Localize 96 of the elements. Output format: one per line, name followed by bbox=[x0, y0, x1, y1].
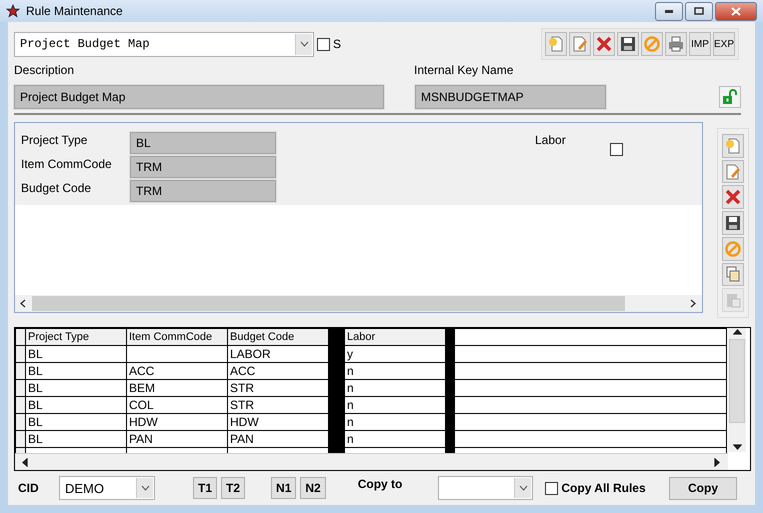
new-button[interactable] bbox=[545, 32, 567, 56]
unlocked-padlock-icon[interactable] bbox=[719, 86, 741, 108]
internal-key-field[interactable]: MSNBUDGETMAP bbox=[415, 85, 606, 109]
down-arrow-icon[interactable] bbox=[732, 443, 742, 452]
delete-button[interactable] bbox=[722, 185, 744, 210]
copy-button[interactable] bbox=[722, 262, 744, 286]
code-button[interactable]: N2 bbox=[300, 477, 326, 499]
left-arrow-icon[interactable] bbox=[21, 458, 30, 466]
code-button[interactable]: T1 bbox=[193, 477, 218, 499]
code-button[interactable]: T2 bbox=[221, 477, 246, 499]
toolbar-button[interactable]: IMP bbox=[689, 32, 711, 56]
field-label: Project Type bbox=[21, 132, 88, 147]
column-header[interactable]: Budget Code bbox=[228, 328, 328, 346]
delete-button[interactable] bbox=[593, 32, 615, 56]
table-cell: STR bbox=[228, 380, 328, 396]
table-cell: BL bbox=[26, 362, 126, 380]
field-label: Description bbox=[14, 63, 76, 77]
edit-document-icon bbox=[572, 36, 588, 52]
detail-field[interactable]: TRM bbox=[130, 180, 276, 202]
detail-field[interactable]: BL bbox=[130, 132, 276, 154]
table-cell: n bbox=[344, 414, 446, 430]
table-cell: LABOR bbox=[228, 346, 328, 362]
delete-icon bbox=[725, 189, 741, 206]
edit-button[interactable] bbox=[722, 160, 744, 184]
table-cell: n bbox=[344, 380, 446, 396]
rule-dropdown[interactable]: Project Budget Map bbox=[14, 32, 314, 56]
new-document-icon bbox=[548, 36, 564, 52]
table-cell: ACC bbox=[228, 362, 328, 380]
copy-all-checkbox[interactable] bbox=[545, 482, 558, 494]
maximize-button[interactable] bbox=[685, 2, 713, 20]
save-button[interactable] bbox=[617, 32, 639, 56]
print-button[interactable] bbox=[665, 32, 687, 56]
column-header[interactable]: Project Type bbox=[26, 328, 126, 346]
save-icon bbox=[620, 36, 636, 52]
copy-button[interactable]: Copy bbox=[669, 476, 737, 500]
edit-document-icon bbox=[725, 164, 741, 180]
checkbox-label: Copy All Rules bbox=[561, 481, 646, 495]
toolbar-button[interactable]: EXP bbox=[713, 32, 735, 56]
copy-icon bbox=[725, 266, 741, 282]
table-cell: n bbox=[344, 362, 446, 380]
cancel-icon bbox=[725, 240, 741, 257]
table-cell: HDW bbox=[228, 414, 328, 430]
minimize-icon bbox=[665, 10, 673, 12]
table-cell: BEM bbox=[126, 380, 228, 396]
detail-field[interactable]: TRM bbox=[130, 156, 276, 178]
description-field[interactable]: Project Budget Map bbox=[14, 85, 384, 109]
right-arrow-icon[interactable] bbox=[713, 458, 722, 466]
table-cell: BL bbox=[26, 346, 126, 362]
close-button[interactable] bbox=[715, 2, 757, 20]
table-cell: BL bbox=[26, 396, 126, 414]
table-cell: PAN bbox=[126, 430, 228, 448]
copy-to-label: Copy to bbox=[358, 477, 402, 491]
star-icon bbox=[6, 4, 20, 18]
clipboard-icon bbox=[725, 292, 741, 308]
checkbox-label: S bbox=[333, 37, 342, 51]
horizontal-scrollbar[interactable] bbox=[15, 453, 728, 470]
table-cell: y bbox=[344, 346, 446, 362]
field-label: Budget Code bbox=[21, 180, 92, 195]
horizontal-scrollbar[interactable] bbox=[15, 295, 702, 312]
edit-button[interactable] bbox=[569, 32, 591, 56]
table-cell: BL bbox=[26, 430, 126, 448]
vertical-scrollbar[interactable] bbox=[728, 328, 746, 452]
caret-icon bbox=[518, 485, 528, 491]
caret-icon bbox=[140, 485, 150, 491]
delete-icon bbox=[596, 36, 612, 52]
cid-dropdown[interactable]: DEMO bbox=[59, 476, 155, 500]
table-cell: PAN bbox=[228, 430, 328, 448]
code-button[interactable]: N1 bbox=[271, 477, 296, 499]
up-arrow-icon[interactable] bbox=[732, 328, 742, 337]
field-label: Labor bbox=[535, 132, 566, 149]
table-cell: HDW bbox=[126, 414, 228, 430]
maximize-icon bbox=[694, 7, 704, 15]
save-button[interactable] bbox=[722, 211, 744, 235]
column-header[interactable]: Labor bbox=[344, 328, 446, 346]
table-cell: n bbox=[344, 430, 446, 448]
field-label: Item CommCode bbox=[21, 156, 113, 171]
table-cell: ACC bbox=[126, 362, 228, 380]
window-title: Rule Maintenance bbox=[26, 4, 124, 18]
table-cell: BL bbox=[26, 380, 126, 396]
save-icon bbox=[725, 215, 741, 232]
s-checkbox[interactable] bbox=[317, 38, 330, 50]
table-cell: n bbox=[344, 396, 446, 414]
table-cell: STR bbox=[228, 396, 328, 414]
new-document-icon bbox=[725, 138, 741, 154]
labor-checkbox[interactable] bbox=[610, 143, 623, 156]
cid-label: CID bbox=[18, 481, 40, 495]
caret-icon bbox=[300, 41, 308, 47]
minimize-button[interactable] bbox=[655, 2, 683, 20]
cancel-icon bbox=[644, 36, 660, 52]
close-icon bbox=[731, 6, 741, 16]
field-label: Internal Key Name bbox=[414, 63, 514, 77]
new-button[interactable] bbox=[722, 134, 744, 158]
table-cell: BL bbox=[26, 414, 126, 430]
printer-icon bbox=[668, 36, 684, 52]
column-header[interactable]: Item CommCode bbox=[126, 328, 228, 346]
table-cell: COL bbox=[126, 396, 228, 414]
